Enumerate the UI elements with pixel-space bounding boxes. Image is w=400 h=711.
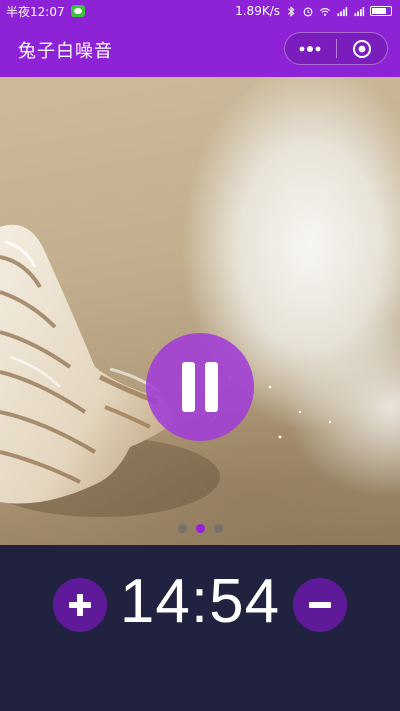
mini-program-capsule [284,32,388,65]
decrease-time-button[interactable] [293,578,347,632]
slide-dot-active[interactable] [195,523,205,533]
status-bar: 半夜12:07 1.89K/s [0,0,400,22]
seashell-image [0,224,332,517]
increase-time-button[interactable] [53,578,107,632]
network-speed: 1.89K/s [235,4,280,18]
status-time: 半夜12:07 [6,4,65,19]
title-bar: 兔子白噪音 [0,22,400,77]
signal-icon [354,6,365,16]
minus-icon [309,602,331,608]
target-circle-icon [352,39,371,58]
pause-icon [182,362,195,412]
background-image [0,77,400,545]
status-bar-right: 1.89K/s [235,4,400,18]
close-button[interactable] [337,33,388,64]
slide-dot[interactable] [177,523,187,533]
wifi-icon [320,7,330,16]
signal-icon [337,6,348,16]
battery-icon [370,6,392,16]
timer-panel: 14:54 [0,545,400,711]
slide-indicator [0,522,400,534]
more-dots-icon [299,45,321,52]
app-title: 兔子白噪音 [18,40,113,62]
timer-display: 14:54 [119,567,281,636]
more-button[interactable] [285,33,336,64]
slide-dot[interactable] [213,523,223,533]
pause-button[interactable] [146,333,254,441]
wechat-icon [70,5,85,17]
bluetooth-icon [287,5,295,17]
status-bar-left: 半夜12:07 [0,3,85,20]
plus-icon [69,594,91,616]
alarm-icon [303,7,313,16]
app-screen: 半夜12:07 1.89K/s 兔子白噪音 14:54 [0,0,400,711]
pause-icon [205,362,218,412]
